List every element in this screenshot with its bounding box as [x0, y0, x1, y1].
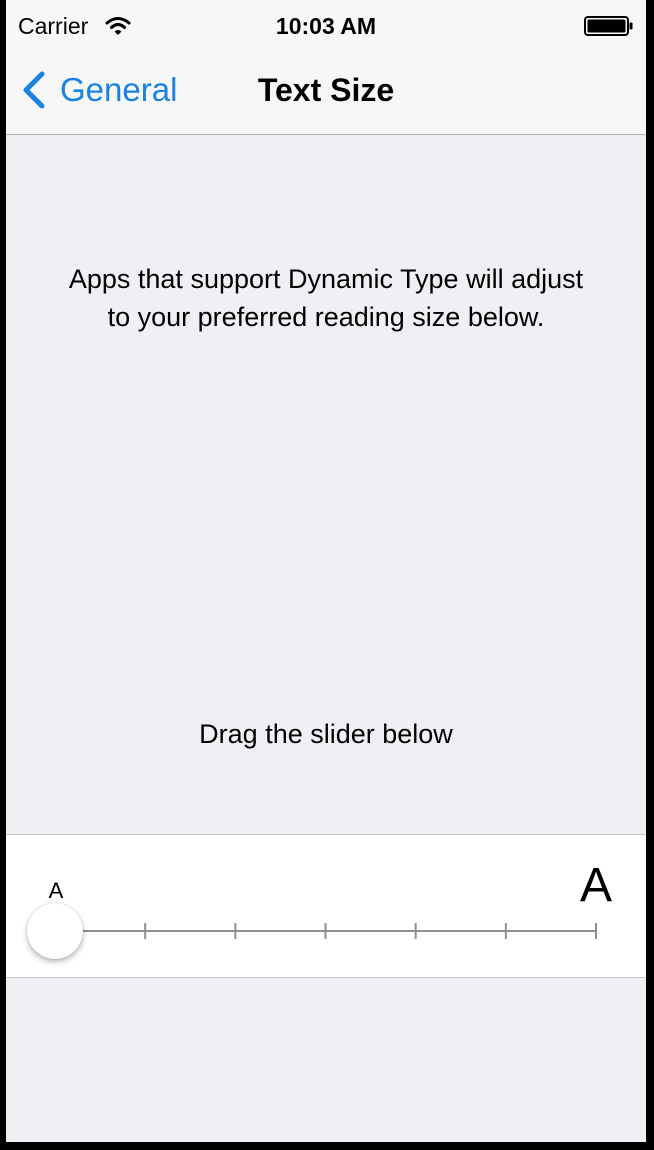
text-size-slider-track[interactable]	[6, 835, 646, 977]
navigation-bar: Carrier 10:03 AM General Text Size	[6, 0, 646, 135]
settings-screen: Carrier 10:03 AM General Text Size Apps …	[6, 0, 646, 1142]
text-size-slider-panel: A A	[6, 834, 646, 978]
status-time: 10:03 AM	[275, 13, 377, 39]
battery-icon	[584, 16, 633, 36]
text-size-slider-thumb[interactable]	[27, 903, 83, 959]
slider-instruction: Drag the slider below	[199, 719, 453, 749]
page-title: Text Size	[257, 72, 395, 108]
dynamic-type-description: Apps that support Dynamic Type will adju…	[68, 264, 584, 332]
